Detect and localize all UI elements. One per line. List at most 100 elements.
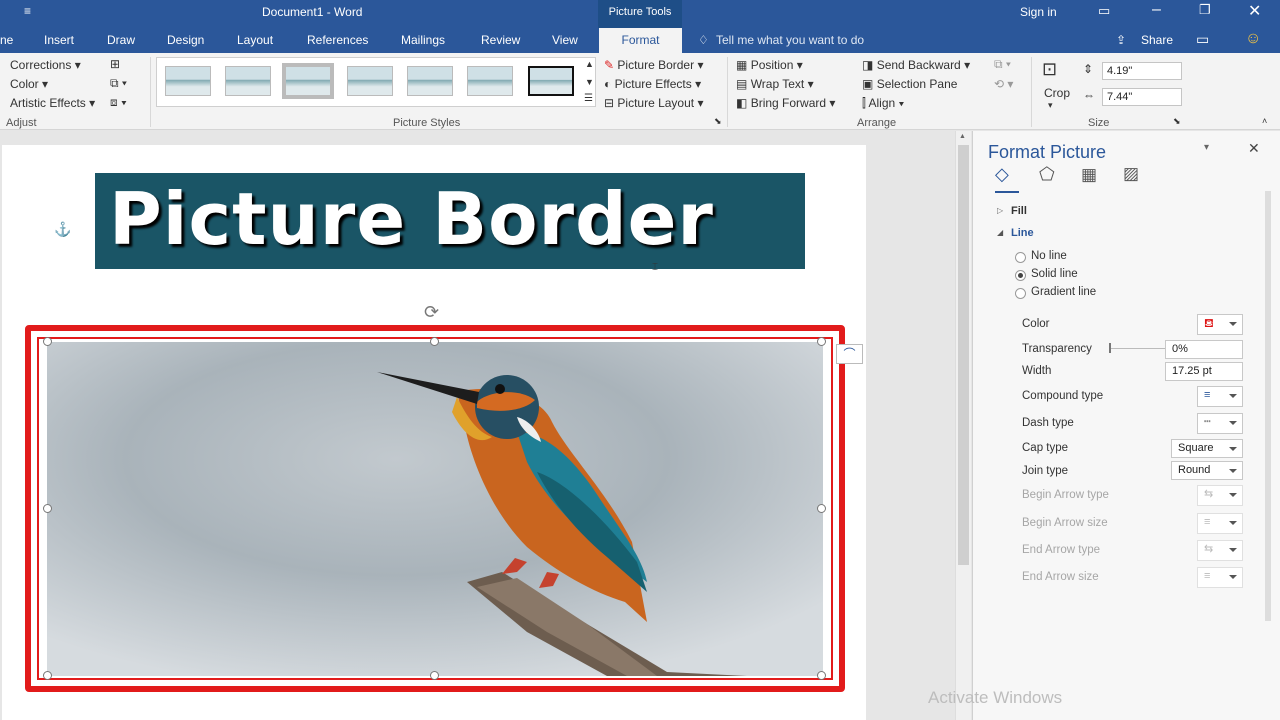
comments-icon[interactable]: ▭ (1196, 31, 1209, 48)
line-color-picker[interactable]: ⛾ (1197, 314, 1243, 335)
dash-type-dropdown[interactable]: ┅ (1197, 413, 1243, 434)
line-collapse-icon[interactable]: ◢ (997, 228, 1003, 237)
no-line-radio[interactable] (1015, 252, 1026, 263)
dialog-launcher-icon[interactable]: ⬊ (714, 116, 722, 127)
share-icon[interactable]: ⇪ (1116, 33, 1126, 47)
scrollbar-thumb[interactable] (958, 145, 969, 565)
send-backward-button[interactable]: ◨ Send Backward ▾ (862, 58, 970, 72)
height-input[interactable]: 4.19" (1102, 62, 1182, 80)
position-button[interactable]: ▦ Position ▾ (736, 58, 803, 72)
picture-icon[interactable]: ▨ (1123, 164, 1139, 184)
vertical-scrollbar[interactable]: ▲ (955, 131, 971, 720)
fill-line-icon[interactable]: ◇ (995, 164, 1009, 185)
scroll-up-icon[interactable]: ▲ (959, 133, 966, 140)
pane-scrollbar[interactable] (1265, 191, 1271, 621)
begin-arrow-type-dropdown[interactable]: ⇆ (1197, 485, 1243, 506)
solid-line-label[interactable]: Solid line (1031, 268, 1078, 280)
artistic-effects-button[interactable]: Artistic Effects ▾ (10, 96, 95, 110)
tab-format[interactable]: Format (599, 28, 682, 53)
reset-picture-icon[interactable]: ⧈ ▾ (110, 95, 127, 110)
quick-access-menu-icon[interactable]: ≡ (24, 4, 31, 18)
close-icon[interactable]: ✕ (1248, 1, 1261, 21)
pane-close-icon[interactable]: ✕ (1248, 140, 1260, 157)
selection-pane-button[interactable]: ▣ Selection Pane (862, 77, 957, 91)
gradient-line-radio[interactable] (1015, 288, 1026, 299)
tab-review[interactable]: Review (481, 33, 520, 47)
corrections-button[interactable]: Corrections ▾ (10, 58, 81, 72)
no-line-label[interactable]: No line (1031, 250, 1067, 262)
tab-view[interactable]: View (552, 33, 578, 47)
crop-icon[interactable]: ⊡ (1042, 59, 1057, 80)
kingfisher-picture[interactable] (47, 342, 823, 676)
share-button[interactable]: Share (1141, 33, 1173, 47)
tab-design[interactable]: Design (167, 33, 204, 47)
size-dialog-launcher-icon[interactable]: ⬊ (1173, 116, 1181, 127)
effects-pentagon-icon[interactable]: ⬠ (1039, 164, 1055, 185)
end-arrow-type-dropdown[interactable]: ⇆ (1197, 540, 1243, 561)
tab-draw[interactable]: Draw (107, 33, 135, 47)
gradient-line-label[interactable]: Gradient line (1031, 286, 1096, 298)
begin-arrow-size-dropdown[interactable]: ≡ (1197, 513, 1243, 534)
wrap-text-button[interactable]: ▤ Wrap Text ▾ (736, 77, 814, 91)
line-section[interactable]: Line (1011, 227, 1034, 239)
end-arrow-size-dropdown[interactable]: ≡ (1197, 567, 1243, 588)
align-button[interactable]: ⫿ Align ▾ (862, 96, 904, 111)
color-button[interactable]: Color ▾ (10, 77, 48, 91)
transparency-slider[interactable] (1109, 348, 1165, 349)
resize-handle[interactable] (430, 337, 439, 346)
tab-mailings[interactable]: Mailings (401, 33, 445, 47)
minimize-icon[interactable]: – (1152, 1, 1161, 19)
change-picture-icon[interactable]: ⧉ ▾ (110, 76, 127, 91)
layout-options-icon[interactable]: ⌒ (836, 344, 863, 364)
join-type-dropdown[interactable]: Round (1171, 461, 1243, 480)
style-thumbnail[interactable] (528, 66, 574, 96)
tab-layout[interactable]: Layout (237, 33, 273, 47)
resize-handle[interactable] (430, 671, 439, 680)
sign-in-link[interactable]: Sign in (1020, 5, 1057, 19)
picture-layout-button[interactable]: ⊟ Picture Layout ▾ (604, 96, 703, 110)
group-icon[interactable]: ⧉ ▾ (994, 57, 1011, 72)
smiley-icon[interactable]: ☺ (1245, 30, 1261, 48)
solid-line-radio[interactable] (1015, 270, 1026, 281)
style-thumbnail[interactable] (347, 66, 393, 96)
width-input[interactable]: 7.44" (1102, 88, 1182, 106)
collapse-ribbon-icon[interactable]: ˄ (1262, 116, 1267, 126)
transparency-slider-handle[interactable] (1109, 343, 1111, 353)
style-thumbnail[interactable] (285, 66, 331, 96)
style-thumbnail[interactable] (165, 66, 211, 96)
resize-handle[interactable] (817, 337, 826, 346)
bring-forward-button[interactable]: ◧ Bring Forward ▾ (736, 96, 835, 110)
pane-options-icon[interactable]: ▾ (1204, 142, 1209, 153)
crop-dropdown-icon[interactable]: ▾ (1048, 100, 1053, 111)
fill-expand-icon[interactable]: ▷ (997, 206, 1003, 215)
width-input[interactable]: 17.25 pt (1165, 362, 1243, 381)
cap-type-dropdown[interactable]: Square (1171, 439, 1243, 458)
layout-properties-icon[interactable]: ▦ (1081, 165, 1097, 185)
restore-icon[interactable]: ❐ (1199, 2, 1211, 18)
title-banner[interactable]: Picture Border (95, 173, 805, 269)
resize-handle[interactable] (817, 671, 826, 680)
compress-pictures-icon[interactable]: ⊞ (110, 57, 120, 71)
tell-me-search[interactable]: Tell me what you want to do (716, 33, 864, 47)
transparency-input[interactable]: 0% (1165, 340, 1243, 359)
style-thumbnail[interactable] (407, 66, 453, 96)
rotate-handle-icon[interactable]: ⟳ (424, 302, 439, 323)
tab-insert[interactable]: Insert (44, 33, 74, 47)
gallery-scroll-up-icon[interactable]: ▲ (585, 59, 594, 69)
fill-section[interactable]: Fill (1011, 205, 1027, 217)
rotate-icon[interactable]: ⟲ ▾ (994, 77, 1013, 91)
tab-home[interactable]: ne (0, 33, 13, 47)
gallery-more-icon[interactable]: ☰ (584, 93, 593, 104)
resize-handle[interactable] (43, 337, 52, 346)
compound-type-dropdown[interactable]: ≡ (1197, 386, 1243, 407)
resize-handle[interactable] (817, 504, 826, 513)
resize-handle[interactable] (43, 504, 52, 513)
tab-references[interactable]: References (307, 33, 368, 47)
gallery-scroll-down-icon[interactable]: ▼ (585, 77, 594, 87)
picture-effects-button[interactable]: ◐ Picture Effects ▾ (604, 77, 701, 91)
resize-handle[interactable] (43, 671, 52, 680)
ribbon-display-icon[interactable]: ▭ (1098, 3, 1110, 19)
picture-border-button[interactable]: ✎ Picture Border ▾ (604, 58, 703, 72)
style-thumbnail[interactable] (225, 66, 271, 96)
crop-button[interactable]: Crop (1044, 86, 1070, 100)
